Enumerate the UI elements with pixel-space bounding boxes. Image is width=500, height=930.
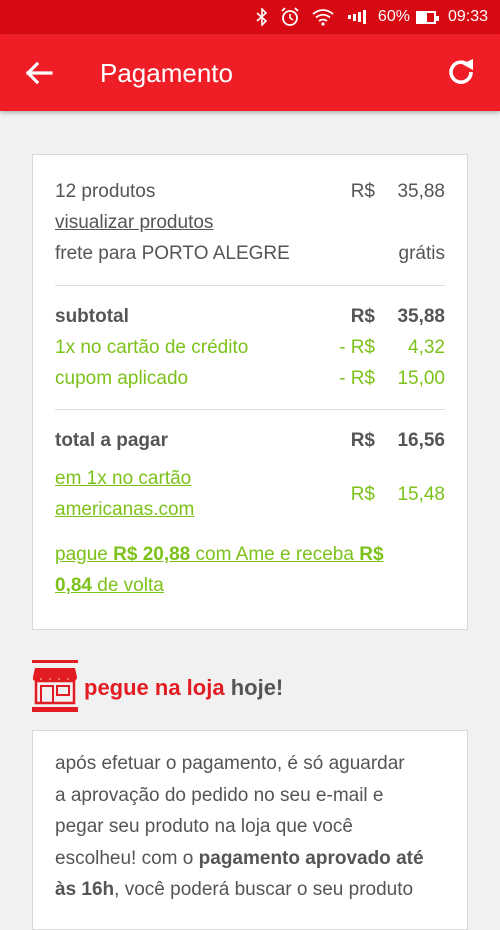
- pickup-info-card: após efetuar o pagamento, é só aguardar …: [32, 730, 468, 930]
- pickup-heading-highlight: pegue na loja: [84, 675, 225, 700]
- subtotal-currency: R$: [350, 306, 375, 327]
- status-bar: 60% 09:33: [0, 0, 500, 34]
- back-button[interactable]: [22, 56, 56, 90]
- battery-icon: [415, 10, 439, 24]
- ame-text: pague: [55, 544, 114, 565]
- ame-cashback-amount: 0,84: [55, 575, 92, 596]
- installment-line2[interactable]: americanas.com: [55, 498, 194, 522]
- subtotal-amount: 35,88: [397, 306, 445, 327]
- ame-text: de volta: [91, 575, 164, 596]
- products-count: 12 produtos: [55, 181, 156, 202]
- info-line: às 16h, você poderá buscar o seu produto: [55, 874, 445, 906]
- arrow-left-icon: [25, 61, 53, 85]
- wifi-icon: [312, 8, 334, 26]
- pickup-heading-rest: hoje!: [224, 675, 284, 700]
- app-bar: Pagamento: [0, 34, 500, 111]
- card-discount-label: 1x no cartão de crédito: [55, 337, 249, 358]
- installment-amount: 15,48: [397, 484, 445, 505]
- info-text: escolheu! com o: [55, 847, 199, 869]
- page-title: Pagamento: [100, 58, 233, 88]
- card-discount-currency: - R$: [339, 337, 375, 358]
- installment-currency: R$: [350, 484, 375, 505]
- info-text: , você poderá buscar o seu produto: [114, 879, 414, 900]
- divider: [55, 409, 445, 410]
- info-line: escolheu! com o pagamento aprovado até: [55, 843, 445, 875]
- ame-cashback-currency: R$: [359, 544, 384, 565]
- products-amount: 35,88: [397, 181, 445, 202]
- info-line: pegar seu produto na loja que você: [55, 816, 353, 837]
- info-text-bold: pagamento aprovado até: [198, 847, 424, 869]
- card-discount-amount: 4,32: [408, 337, 445, 358]
- clock: 09:33: [447, 8, 488, 25]
- coupon-amount: 15,00: [397, 368, 445, 389]
- ame-cashback-link[interactable]: pague R$ 20,88 com Ame e receba R$ 0,84 …: [55, 543, 445, 598]
- shipping-label: frete para PORTO ALEGRE: [55, 243, 290, 264]
- total-currency: R$: [350, 430, 375, 451]
- signal-icon: [346, 10, 366, 24]
- view-products-link[interactable]: visualizar produtos: [55, 211, 213, 235]
- shipping-value: grátis: [398, 243, 445, 264]
- info-line: a aprovação do pedido no seu e-mail e: [55, 784, 384, 806]
- bluetooth-icon: [256, 8, 268, 26]
- total-amount: 16,56: [397, 430, 445, 451]
- coupon-label: cupom aplicado: [55, 368, 189, 389]
- subtotal-label: subtotal: [55, 306, 129, 327]
- pickup-heading: pegue na loja hoje!: [84, 674, 283, 702]
- refresh-icon: [449, 59, 473, 84]
- coupon-currency: - R$: [339, 368, 375, 389]
- info-line: após efetuar o pagamento, é só aguardar: [55, 753, 405, 774]
- ame-text: com Ame e receba: [190, 544, 360, 565]
- order-summary-card: 12 produtos R$ 35,88 visualizar produtos…: [32, 154, 468, 630]
- info-text-bold: às 16h: [55, 879, 115, 900]
- installment-row[interactable]: em 1x no cartão americanas.com R$ 15,48: [55, 467, 445, 529]
- pickup-section-title: pegue na loja hoje!: [32, 658, 468, 714]
- battery-percent: 60%: [377, 8, 410, 25]
- installment-line1[interactable]: em 1x no cartão: [55, 467, 191, 491]
- refresh-button[interactable]: [444, 55, 478, 89]
- total-label: total a pagar: [55, 430, 168, 451]
- store-icon: [32, 660, 78, 712]
- alarm-icon: [280, 7, 300, 27]
- ame-price: R$ 20,88: [113, 544, 191, 565]
- products-currency: R$: [350, 181, 375, 202]
- divider: [55, 285, 445, 286]
